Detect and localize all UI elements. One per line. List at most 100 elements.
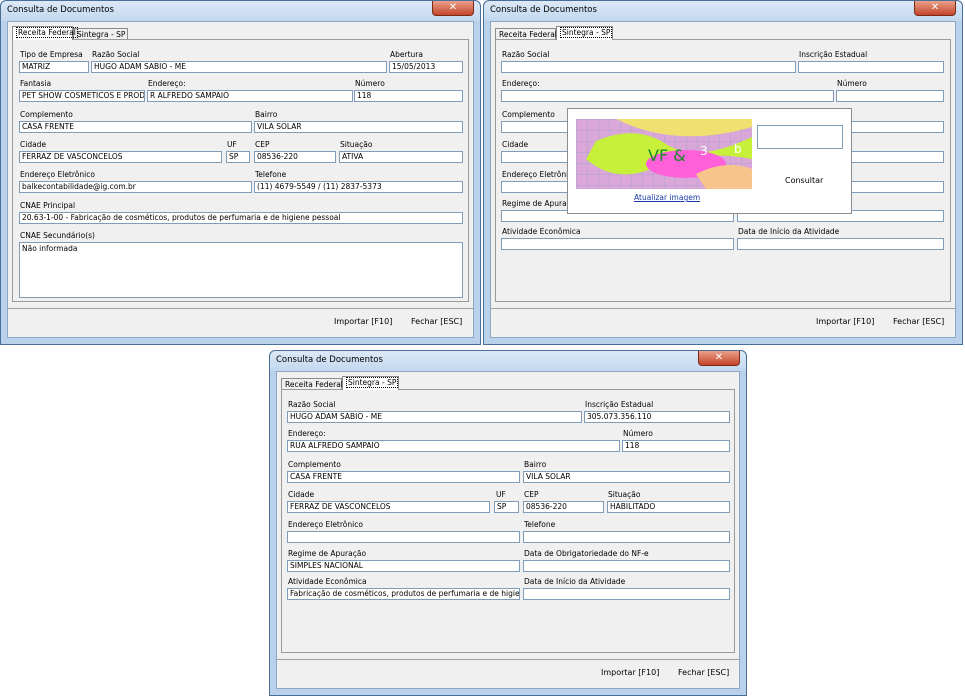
tab-label: Sintegra - SP — [560, 27, 613, 38]
email-field[interactable]: balkecontabilidade@ig.com.br — [19, 181, 252, 193]
cep-field[interactable]: 08536-220 — [254, 151, 336, 163]
label-endereco: Endereço: — [502, 79, 540, 88]
close-button[interactable]: ✕ — [432, 1, 474, 16]
email-field[interactable] — [287, 531, 520, 543]
inscricao-estadual-field[interactable] — [798, 61, 944, 73]
cnae-secundario-field[interactable]: Não informada — [19, 242, 463, 298]
close-button[interactable]: ✕ — [914, 1, 956, 16]
label-data-inicio: Data de Início da Atividade — [738, 227, 840, 236]
bairro-field[interactable]: VILA SOLAR — [254, 121, 463, 133]
captcha-image-graphic: VF & 3 b — [576, 119, 752, 189]
data-inicio-field[interactable] — [737, 238, 944, 250]
title-bar[interactable]: Consulta de Documentos ✕ — [484, 1, 962, 21]
button-bar: Importar [F10] Fechar [ESC] — [8, 308, 473, 337]
label-complemento: Complemento — [20, 110, 73, 119]
label-data-obrigatoriedade: Data de Obrigatoriedade do NF-e — [524, 549, 649, 558]
endereco-field[interactable]: R ALFREDO SAMPAIO — [147, 90, 353, 102]
numero-field[interactable]: 118 — [622, 440, 730, 452]
razao-social-field[interactable] — [501, 61, 796, 73]
label-situacao: Situação — [608, 490, 641, 499]
tab-label: Sintegra - SP — [346, 377, 399, 388]
tab-sintegra-sp[interactable]: Sintegra - SP — [342, 376, 399, 390]
cidade-field[interactable]: FERRAZ DE VASCONCELOS — [287, 501, 490, 513]
importar-button[interactable]: Importar [F10] — [601, 668, 659, 677]
title-bar[interactable]: Consulta de Documentos ✕ — [270, 351, 746, 371]
endereco-field[interactable] — [501, 90, 834, 102]
label-data-inicio: Data de Início da Atividade — [524, 577, 626, 586]
atividade-field[interactable] — [501, 238, 734, 250]
tipo-empresa-field[interactable]: MATRIZ — [19, 61, 89, 73]
complemento-field[interactable]: CASA FRENTE — [19, 121, 252, 133]
telefone-field[interactable]: (11) 4679-5549 / (11) 2837-5373 — [254, 181, 463, 193]
fechar-button[interactable]: Fechar [ESC] — [678, 668, 729, 677]
label-endereco: Endereço: — [148, 79, 186, 88]
label-bairro: Bairro — [255, 110, 278, 119]
atualizar-imagem-link[interactable]: Atualizar imagem — [634, 193, 700, 202]
window-client: Receita Federal Sintegra - SP Razão Soci… — [276, 371, 740, 689]
tab-sintegra-sp[interactable]: Sintegra - SP — [556, 26, 613, 40]
captcha-input[interactable] — [757, 125, 843, 149]
razao-social-field[interactable]: HUGO ADAM SABIO - ME — [91, 61, 387, 73]
telefone-field[interactable] — [523, 531, 730, 543]
captcha-digit: 3 — [700, 144, 708, 158]
label-atividade: Atividade Econômica — [502, 227, 581, 236]
label-uf: UF — [227, 140, 237, 149]
uf-field[interactable]: SP — [494, 501, 519, 513]
atividade-field[interactable]: Fabricação de cosméticos, produtos de pe… — [287, 588, 520, 600]
tab-label: Receita Federal — [499, 30, 557, 39]
fantasia-field[interactable]: PET SHOW COSMETICOS E PROD — [19, 90, 145, 102]
label-razao-social: Razão Social — [288, 400, 336, 409]
label-cidade: Cidade — [288, 490, 315, 499]
data-inicio-field[interactable] — [523, 588, 730, 600]
tab-receita-federal[interactable]: Receita Federal — [12, 26, 78, 40]
cep-field[interactable]: 08536-220 — [523, 501, 604, 513]
cidade-field[interactable]: FERRAZ DE VASCONCELOS — [19, 151, 222, 163]
button-bar: Importar [F10] Fechar [ESC] — [277, 659, 739, 688]
label-telefone: Telefone — [524, 520, 556, 529]
consultar-button[interactable]: Consultar — [785, 176, 823, 185]
close-button[interactable]: ✕ — [698, 351, 740, 366]
situacao-field[interactable]: HABILITADO — [607, 501, 730, 513]
label-uf: UF — [496, 490, 506, 499]
label-cidade: Cidade — [502, 140, 529, 149]
fechar-button[interactable]: Fechar [ESC] — [893, 317, 944, 326]
complemento-field[interactable]: CASA FRENTE — [287, 471, 520, 483]
label-numero: Número — [623, 429, 653, 438]
data-obrigatoriedade-field[interactable] — [523, 560, 730, 572]
situacao-field[interactable]: ATIVA — [339, 151, 463, 163]
window-client: Receita Federal Sintegra - SP Tipo de Em… — [7, 21, 474, 338]
numero-field[interactable]: 118 — [354, 90, 463, 102]
endereco-field[interactable]: RUA ALFREDO SAMPAIO — [287, 440, 620, 452]
label-abertura: Abertura — [390, 50, 423, 59]
tab-label: Receita Federal — [16, 27, 78, 38]
label-tipo-empresa: Tipo de Empresa — [20, 50, 83, 59]
label-situacao: Situação — [340, 140, 373, 149]
label-complemento: Complemento — [502, 110, 555, 119]
uf-field[interactable]: SP — [226, 151, 250, 163]
label-razao-social: Razão Social — [502, 50, 550, 59]
label-atividade: Atividade Econômica — [288, 577, 367, 586]
tab-panel-sintegra: Razão Social Inscrição Estadual HUGO ADA… — [281, 389, 735, 653]
tab-label: Receita Federal — [285, 380, 343, 389]
title-bar[interactable]: Consulta de Documentos ✕ — [1, 1, 480, 21]
fechar-button[interactable]: Fechar [ESC] — [411, 317, 462, 326]
regime-field[interactable]: SIMPLES NACIONAL — [287, 560, 520, 572]
label-razao-social: Razão Social — [92, 50, 140, 59]
captcha-popup: VF & 3 b Atualizar imagem Consultar — [567, 108, 852, 214]
label-email: Endereço Eletrônico — [20, 170, 95, 179]
captcha-text: VF & — [648, 146, 686, 165]
bairro-field[interactable]: VILA SOLAR — [523, 471, 730, 483]
label-fantasia: Fantasia — [20, 79, 52, 88]
label-regime: Regime de Apuração — [288, 549, 367, 558]
cnae-principal-field[interactable]: 20.63-1-00 - Fabricação de cosméticos, p… — [19, 212, 463, 224]
numero-field[interactable] — [836, 90, 944, 102]
label-numero: Número — [837, 79, 867, 88]
abertura-field[interactable]: 15/05/2013 — [389, 61, 463, 73]
inscricao-estadual-field[interactable]: 305.073.356.110 — [584, 411, 730, 423]
label-email: Endereço Eletrônico — [288, 520, 363, 529]
label-inscricao-estadual: Inscrição Estadual — [799, 50, 868, 59]
razao-social-field[interactable]: HUGO ADAM SABIO - ME — [287, 411, 582, 423]
importar-button[interactable]: Importar [F10] — [816, 317, 874, 326]
window-title: Consulta de Documentos — [276, 355, 383, 365]
importar-button[interactable]: Importar [F10] — [334, 317, 392, 326]
